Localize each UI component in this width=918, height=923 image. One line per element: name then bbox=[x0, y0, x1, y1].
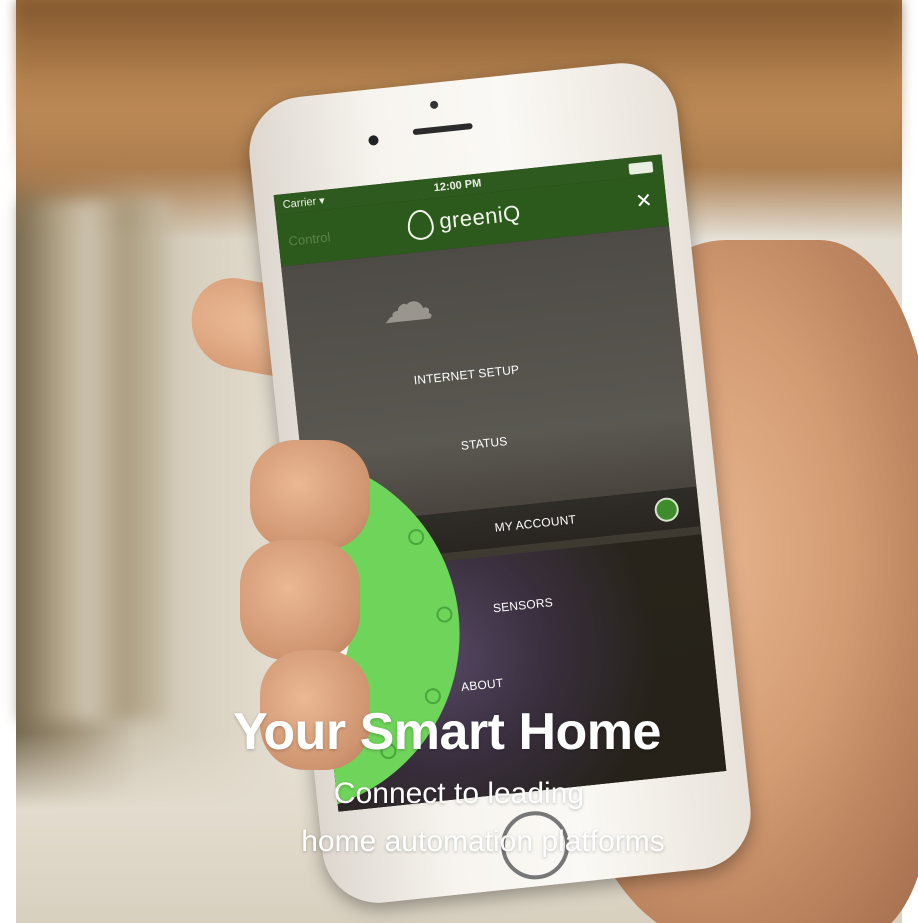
proximity-sensor bbox=[429, 100, 439, 110]
carrier-label: Carrier ▾ bbox=[282, 194, 326, 212]
finger bbox=[240, 540, 360, 660]
caption-line-2: home automation platforms bbox=[301, 825, 665, 858]
status-time: 12:00 PM bbox=[433, 177, 482, 195]
menu-item-internet-setup[interactable]: INTERNET SETUP bbox=[413, 362, 520, 387]
battery-icon bbox=[628, 161, 654, 175]
cloud-weather-icon: ☁ bbox=[377, 271, 436, 337]
window-background bbox=[20, 200, 170, 720]
finger bbox=[250, 440, 370, 550]
front-camera bbox=[367, 134, 379, 146]
close-icon[interactable]: ✕ bbox=[634, 188, 653, 215]
water-drop-icon bbox=[406, 208, 436, 242]
caption-title: Your Smart Home bbox=[233, 703, 661, 761]
earpiece-speaker bbox=[412, 122, 473, 136]
wheel-icon[interactable] bbox=[435, 605, 454, 624]
menu-item-status[interactable]: STATUS bbox=[460, 434, 508, 453]
caption-line-1: Connect to leading bbox=[333, 777, 585, 810]
scene: Carrier ▾ 12:00 PM Control greeniQ ✕ ☁ I… bbox=[0, 0, 918, 923]
wheel-icon[interactable] bbox=[407, 528, 425, 546]
control-link[interactable]: Control bbox=[288, 229, 331, 248]
logo-text: greeniQ bbox=[437, 200, 522, 234]
greeniq-logo: greeniQ bbox=[406, 199, 522, 242]
